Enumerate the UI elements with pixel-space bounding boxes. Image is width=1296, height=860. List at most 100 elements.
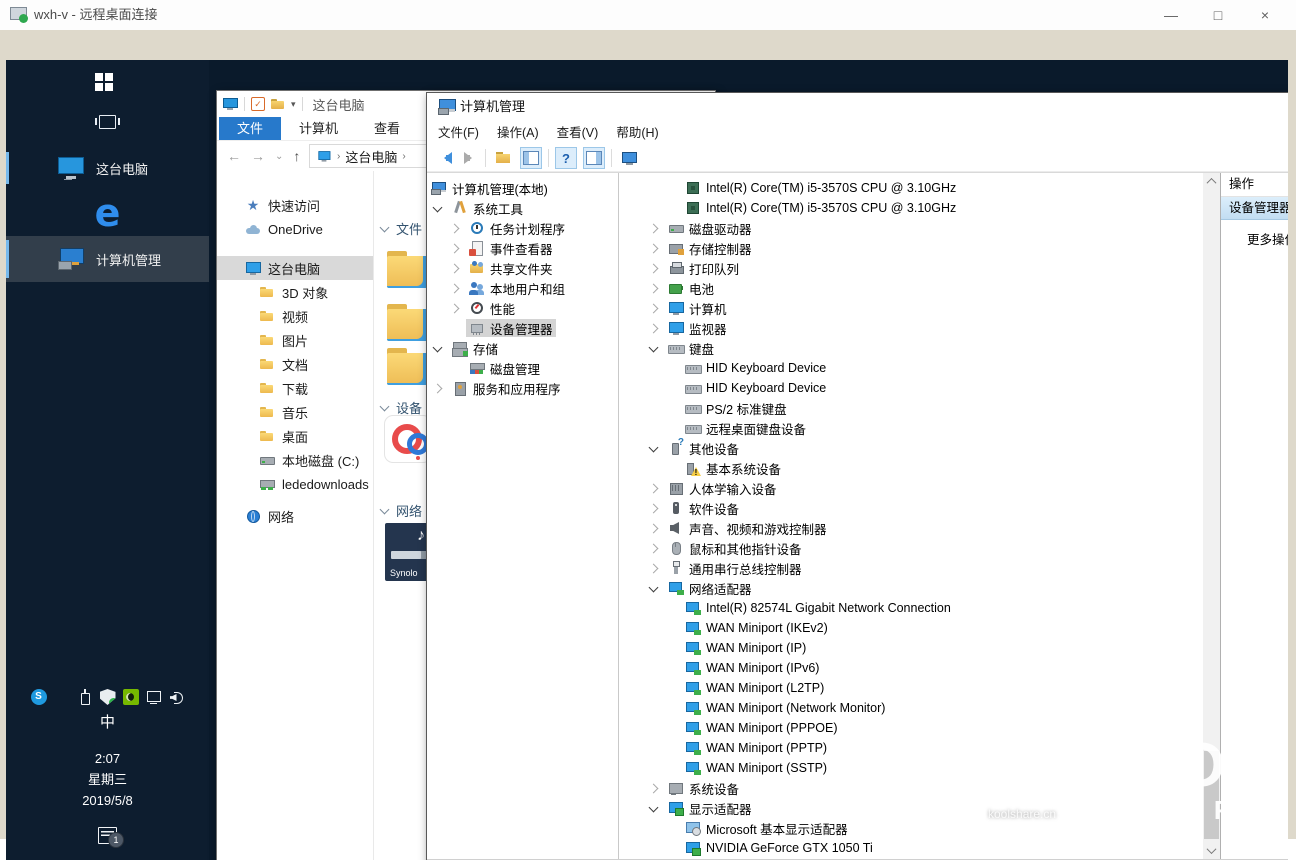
sidebar-item-这台电脑[interactable]: 这台电脑	[217, 256, 373, 280]
scroll-up-button[interactable]	[1203, 173, 1220, 190]
console-tree-row[interactable]: 事件查看器	[427, 238, 618, 258]
expand-chevron-icon[interactable]	[649, 244, 659, 254]
maximize-button[interactable]: □	[1195, 0, 1241, 30]
tree-item-group[interactable]: 监视器	[665, 319, 730, 337]
tree-item-group[interactable]: 性能	[466, 299, 518, 317]
tree-item-group[interactable]: Microsoft 基本显示适配器	[682, 819, 851, 837]
display-tray-icon[interactable]	[146, 689, 162, 705]
sidebar-item-网络[interactable]: 网络	[217, 504, 373, 528]
collapse-chevron-icon[interactable]	[433, 203, 443, 213]
vertical-scrollbar[interactable]	[1203, 173, 1220, 859]
tree-item-group[interactable]: NVIDIA GeForce GTX 1050 Ti	[682, 839, 876, 857]
tree-item-group[interactable]: 服务和应用程序	[449, 379, 564, 397]
expand-chevron-icon[interactable]	[450, 284, 460, 294]
minimize-button[interactable]: —	[1148, 0, 1194, 30]
expand-chevron-icon[interactable]	[649, 484, 659, 494]
tree-item-group[interactable]: Intel(R) Core(TM) i5-3570S CPU @ 3.10GHz	[682, 179, 959, 197]
device-tree-row[interactable]: Microsoft 基本显示适配器	[643, 818, 1203, 838]
expand-chevron-icon[interactable]	[649, 324, 659, 334]
onedrive-tray-icon[interactable]	[54, 689, 70, 705]
sidebar-item-lededownloads (\[interactable]: lededownloads (\	[217, 472, 373, 496]
device-tree-row[interactable]: 计算机	[643, 298, 1203, 318]
nvidia-tray-icon[interactable]	[123, 689, 139, 705]
tree-item-group[interactable]: 远程桌面键盘设备	[682, 419, 809, 437]
sidebar-item-图片[interactable]: 图片	[217, 328, 373, 352]
action-center-button[interactable]: 1	[6, 818, 209, 852]
defender-tray-icon[interactable]	[100, 689, 116, 705]
expand-chevron-icon[interactable]	[649, 224, 659, 234]
tree-item-group[interactable]: 打印队列	[665, 259, 742, 277]
menu-item-帮助(H)[interactable]: 帮助(H)	[607, 121, 667, 145]
sidebar-item-本地磁盘 (C:)[interactable]: 本地磁盘 (C:)	[217, 448, 373, 472]
tree-item-group[interactable]: 通用串行总线控制器	[665, 559, 805, 577]
tree-item-group[interactable]: PS/2 标准键盘	[682, 399, 790, 417]
tab-查看[interactable]: 查看	[356, 117, 418, 140]
expand-chevron-icon[interactable]	[433, 384, 443, 394]
show-action-pane-button[interactable]	[583, 147, 605, 169]
expand-chevron-icon[interactable]	[649, 304, 659, 314]
menu-item-查看(V)[interactable]: 查看(V)	[548, 121, 608, 145]
device-view-button[interactable]	[618, 147, 640, 169]
tree-item-group[interactable]: 声音、视频和游戏控制器	[665, 519, 830, 537]
tree-item-group[interactable]: 其他设备	[665, 439, 742, 457]
sidebar-item-下载[interactable]: 下载	[217, 376, 373, 400]
tree-item-group[interactable]: WAN Miniport (IP)	[682, 639, 809, 657]
tree-item-group[interactable]: 网络适配器	[665, 579, 755, 597]
tree-item-group[interactable]: HID Keyboard Device	[682, 359, 829, 377]
device-tree-row[interactable]: 显示适配器	[643, 798, 1203, 818]
taskbar-item-计算机管理[interactable]: 计算机管理	[6, 236, 209, 282]
expand-chevron-icon[interactable]	[649, 504, 659, 514]
tree-item-group[interactable]: WAN Miniport (SSTP)	[682, 759, 830, 777]
tree-item-group[interactable]: 共享文件夹	[466, 259, 556, 277]
device-tree-row[interactable]: 人体学输入设备	[643, 478, 1203, 498]
tree-item-group[interactable]: WAN Miniport (Network Monitor)	[682, 699, 888, 717]
device-tree-row[interactable]: 打印队列	[643, 258, 1203, 278]
console-tree-row[interactable]: 本地用户和组	[427, 278, 618, 298]
tree-item-group[interactable]: WAN Miniport (IPv6)	[682, 659, 822, 677]
tab-计算机[interactable]: 计算机	[281, 117, 356, 140]
task-view-button[interactable]	[6, 108, 209, 136]
tree-item-group[interactable]: 计算机	[665, 299, 730, 317]
sidebar-item-3D 对象[interactable]: 3D 对象	[217, 280, 373, 304]
tree-item-group[interactable]: 磁盘管理	[466, 359, 543, 377]
expand-chevron-icon[interactable]	[450, 244, 460, 254]
device-tree-row[interactable]: 电池	[643, 278, 1203, 298]
folder-icon[interactable]	[271, 99, 285, 110]
history-dropdown-icon[interactable]: ⌄	[275, 151, 283, 162]
device-tree-row[interactable]: 监视器	[643, 318, 1203, 338]
expand-chevron-icon[interactable]	[649, 284, 659, 294]
console-tree-row[interactable]: 系统工具	[427, 198, 618, 218]
device-tree-row[interactable]: 磁盘驱动器	[643, 218, 1203, 238]
device-tree-row[interactable]: NVIDIA GeForce GTX 1050 Ti	[643, 838, 1203, 858]
menu-item-文件(F)[interactable]: 文件(F)	[429, 121, 488, 145]
export-list-button[interactable]	[492, 147, 514, 169]
console-tree-row[interactable]: 共享文件夹	[427, 258, 618, 278]
scrollbar-thumb[interactable]	[1204, 751, 1219, 839]
forward-icon[interactable]: →	[251, 148, 265, 164]
sidebar-item-文档[interactable]: 文档	[217, 352, 373, 376]
console-tree-row[interactable]: 计算机管理(本地)	[427, 178, 618, 198]
back-icon[interactable]	[437, 151, 455, 165]
show-console-tree-button[interactable]	[520, 147, 542, 169]
device-tree-row[interactable]: 系统设备	[643, 778, 1203, 798]
tree-item-group[interactable]: 事件查看器	[466, 239, 556, 257]
section-header-devices[interactable]: 设备	[381, 398, 422, 417]
taskbar-item-edge[interactable]: e	[6, 193, 209, 233]
console-tree-row[interactable]: 服务和应用程序	[427, 378, 618, 398]
device-tree-row[interactable]: WAN Miniport (PPTP)	[643, 738, 1203, 758]
up-icon[interactable]: ↑	[293, 148, 300, 164]
tree-item-group[interactable]: 设备管理器	[466, 319, 556, 337]
device-tree-row[interactable]: WAN Miniport (Network Monitor)	[643, 698, 1203, 718]
sidebar-item-OneDrive[interactable]: OneDrive	[217, 217, 373, 241]
checkbox-icon[interactable]: ✓	[251, 97, 265, 111]
tree-item-group[interactable]: 计算机管理(本地)	[428, 179, 551, 197]
device-tree-row[interactable]: WAN Miniport (SSTP)	[643, 758, 1203, 778]
tree-item-group[interactable]: WAN Miniport (IKEv2)	[682, 619, 831, 637]
console-tree-row[interactable]: 设备管理器	[427, 318, 618, 338]
menu-item-操作(A)[interactable]: 操作(A)	[488, 121, 548, 145]
device-tree-row[interactable]: 其他设备	[643, 438, 1203, 458]
tree-item-group[interactable]: 电池	[665, 279, 717, 297]
tree-item-group[interactable]: 基本系统设备	[682, 459, 784, 477]
tree-item-group[interactable]: HID Keyboard Device	[682, 379, 829, 397]
scroll-down-button[interactable]	[1203, 842, 1220, 859]
